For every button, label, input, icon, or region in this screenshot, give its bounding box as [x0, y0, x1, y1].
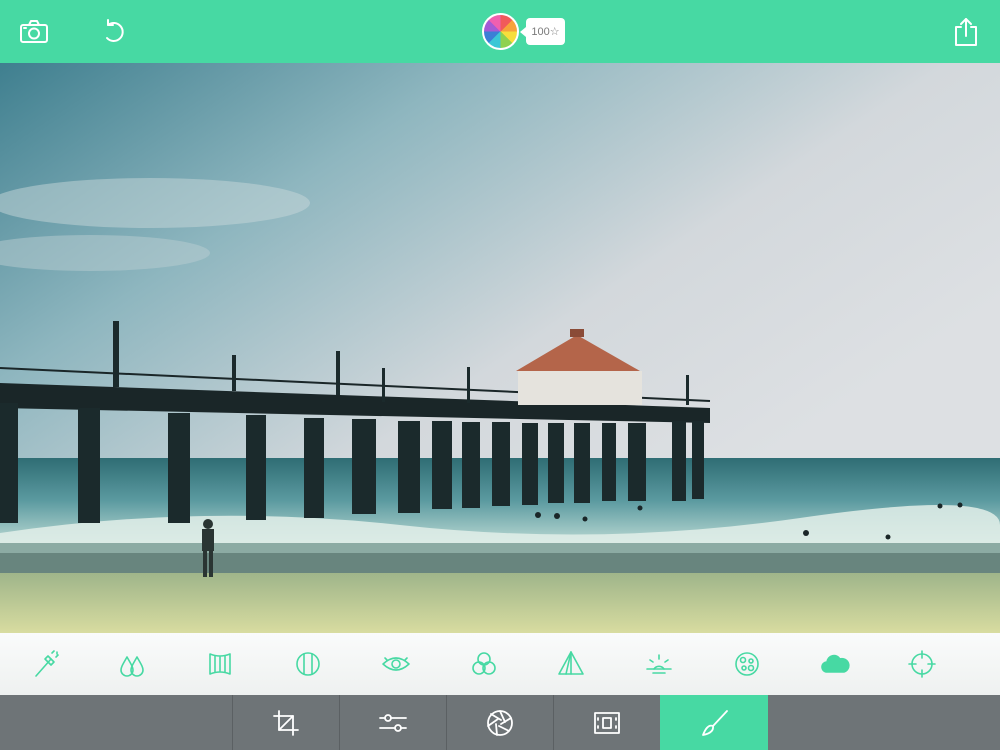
eye-filter[interactable] [381, 649, 411, 679]
bottom-toolbar [0, 695, 1000, 750]
top-bar: 100☆ [0, 0, 1000, 63]
drops-filter[interactable] [117, 649, 147, 679]
drops-icon [120, 656, 144, 677]
pyramid-filter[interactable] [556, 649, 586, 679]
texture-filter[interactable] [732, 649, 762, 679]
frame-tool[interactable] [553, 695, 659, 750]
sliders-icon [378, 713, 407, 732]
color-circles-icon [472, 652, 496, 675]
aperture-icon [486, 709, 513, 736]
texture-dots-icon [735, 652, 759, 676]
cloud-icon [821, 654, 850, 673]
crop-icon [272, 709, 299, 736]
camera-button[interactable] [14, 12, 54, 52]
crosshair-icon [908, 650, 936, 678]
filter-bar [0, 633, 1000, 695]
magic-wand-filter[interactable] [31, 649, 61, 679]
color-circles-filter[interactable] [469, 649, 499, 679]
photo-canvas [0, 63, 1000, 633]
magic-wand-icon [35, 650, 59, 677]
film-frame-icon [209, 653, 231, 675]
vignette-filter[interactable] [293, 649, 323, 679]
pyramid-icon [558, 651, 584, 675]
beach-pier-photo[interactable] [0, 63, 1000, 633]
pinwheel-logo-icon[interactable] [482, 13, 519, 50]
share-button[interactable] [946, 12, 986, 52]
share-icon [955, 18, 977, 46]
eye-icon [382, 657, 410, 671]
cloud-filter[interactable] [820, 649, 850, 679]
camera-icon [20, 20, 48, 43]
undo-button[interactable] [94, 12, 134, 52]
sun-moon-filter[interactable] [644, 649, 674, 679]
crop-tool[interactable] [232, 695, 338, 750]
credits-badge[interactable]: 100☆ [520, 18, 565, 45]
undo-icon [106, 19, 124, 42]
sun-moon-icon [646, 654, 672, 674]
adjust-tool[interactable] [339, 695, 445, 750]
frame-icon [593, 711, 620, 734]
brush-tool[interactable] [660, 695, 768, 750]
vignette-circle-icon [296, 652, 320, 676]
brush-icon [701, 709, 728, 736]
film-frame-filter[interactable] [205, 649, 235, 679]
aperture-tool[interactable] [446, 695, 552, 750]
crosshair-filter[interactable] [907, 649, 937, 679]
